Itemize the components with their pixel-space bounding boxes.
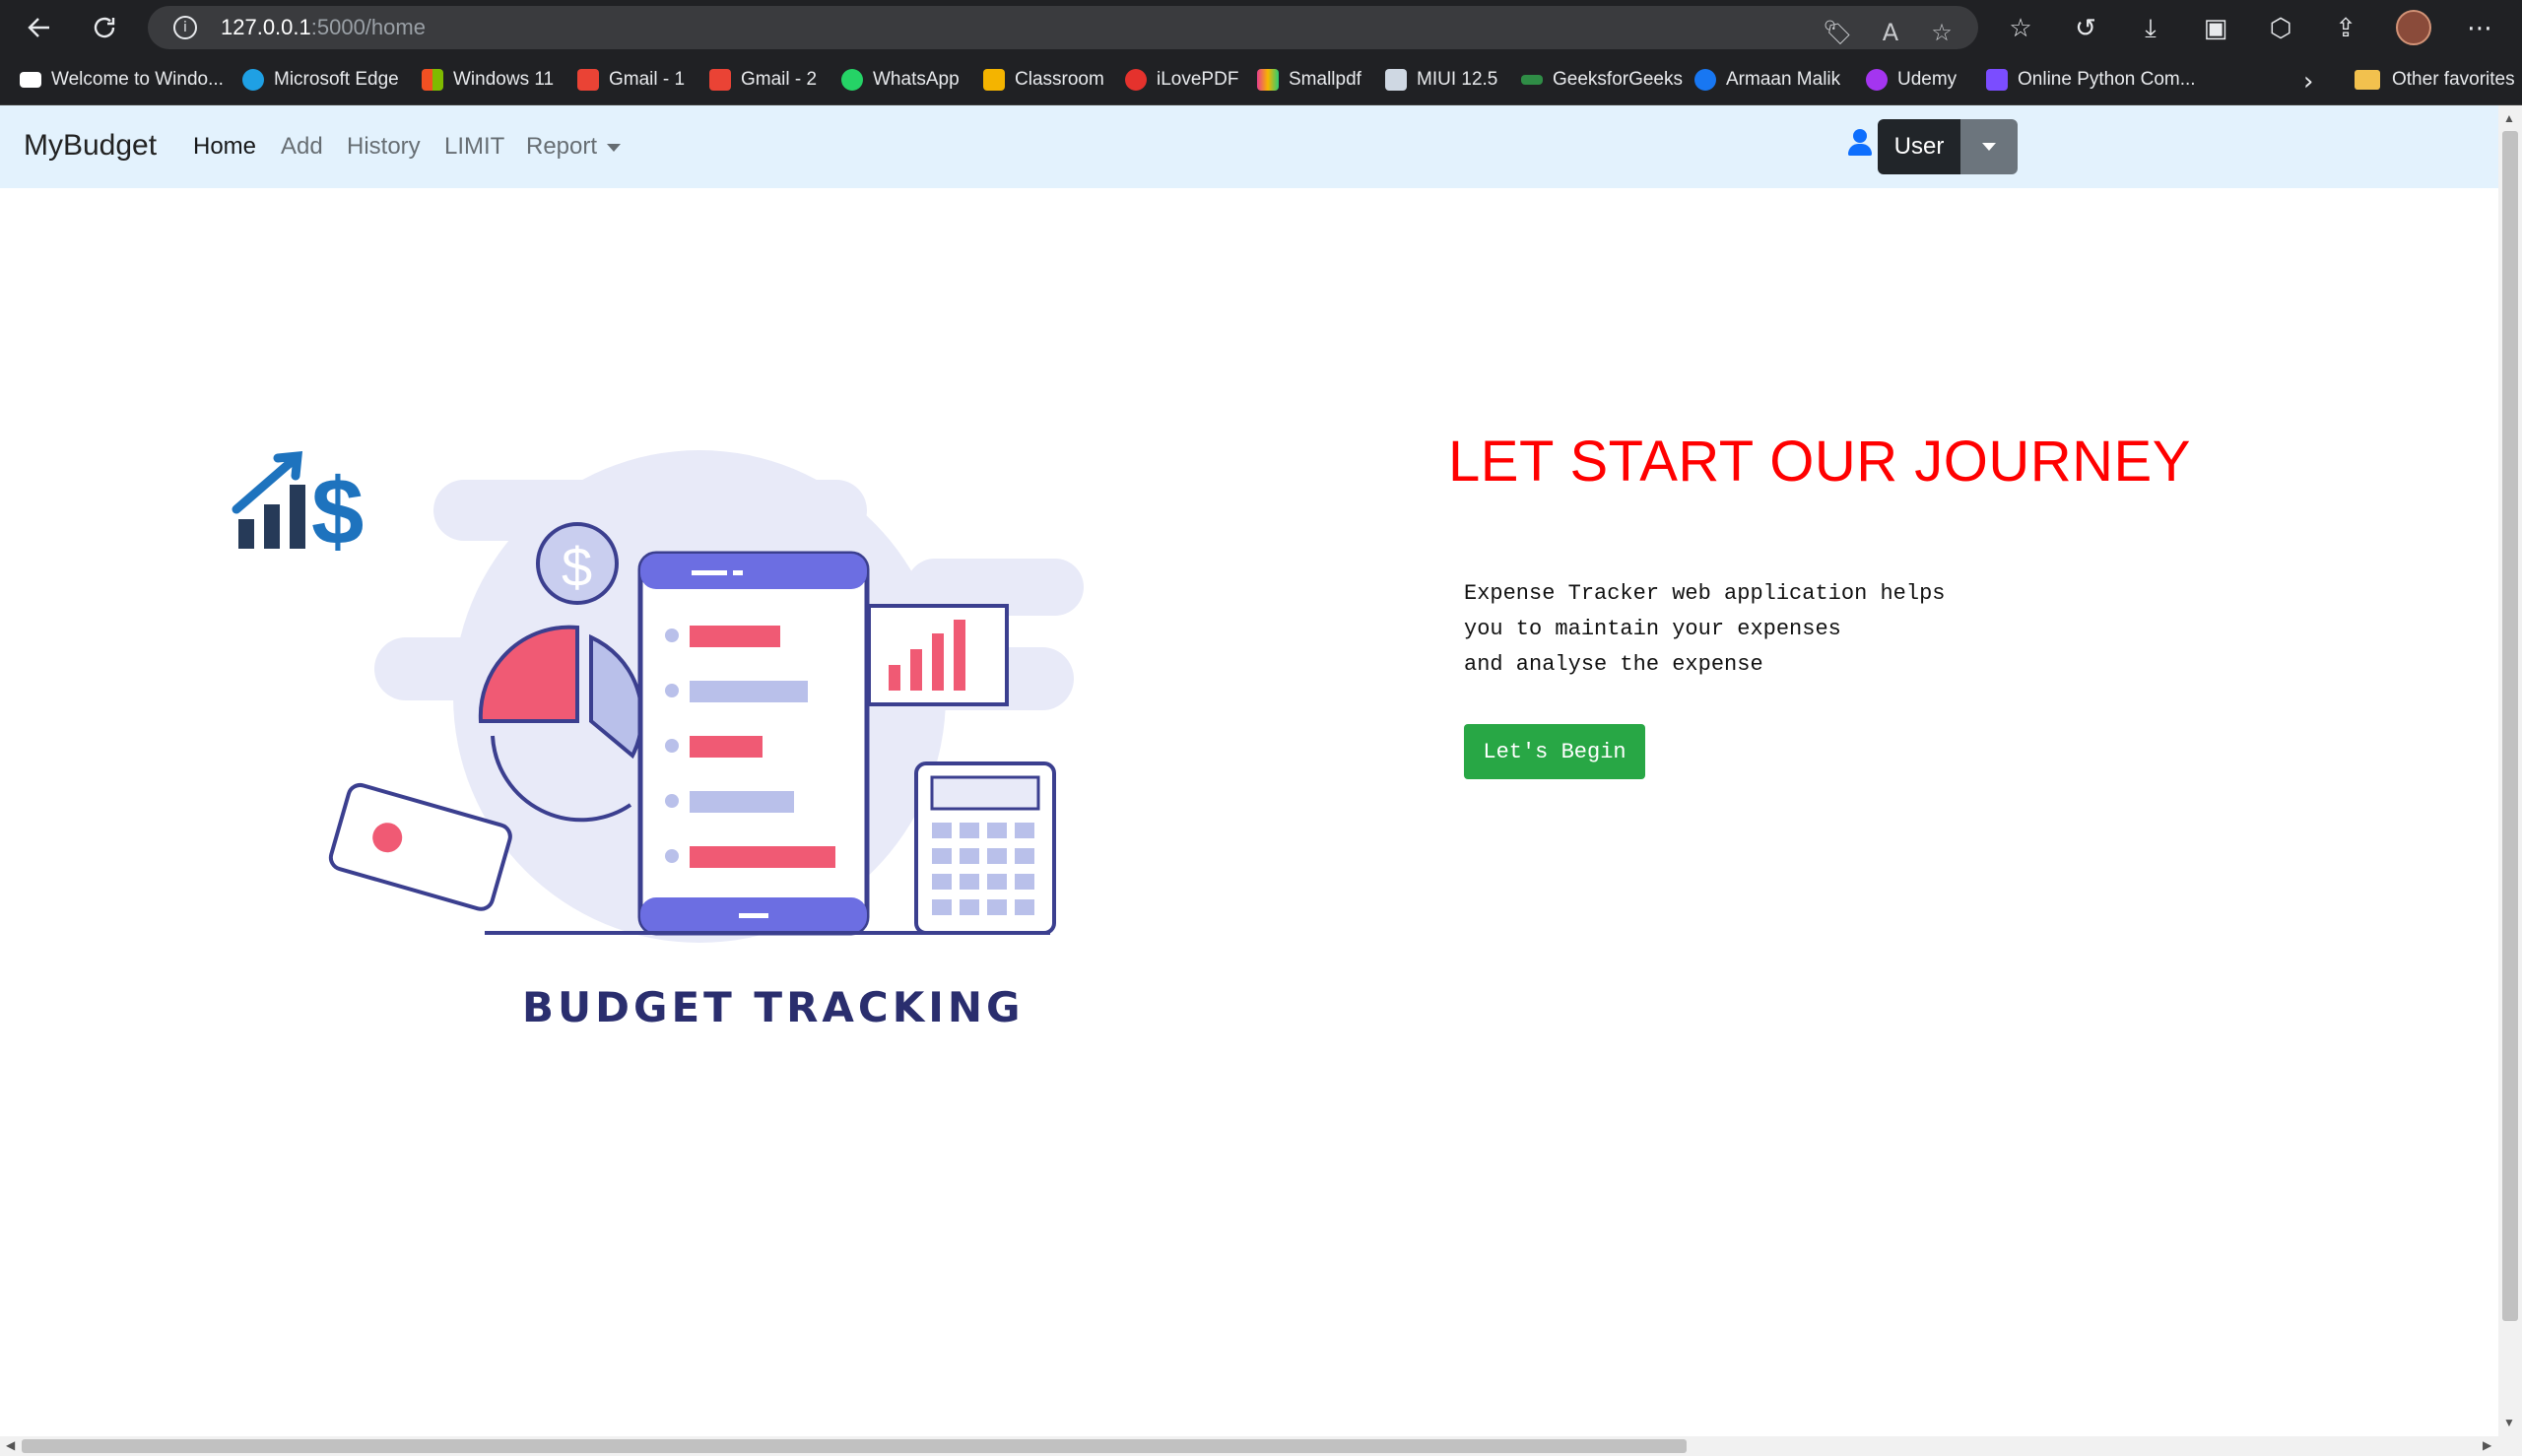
chevron-right-icon[interactable]: ›: [2303, 67, 2313, 97]
windows-page-icon: [20, 72, 41, 88]
udemy-icon: [1866, 69, 1888, 91]
read-aloud-icon[interactable]: A: [1876, 18, 1905, 47]
facebook-icon: [1694, 69, 1716, 91]
scrollbar-corner: [2498, 1436, 2522, 1456]
bookmark-armaan-malik[interactable]: Armaan Malik: [1694, 65, 1840, 95]
nav-report-dropdown[interactable]: Report: [526, 133, 622, 161]
bookmark-miui[interactable]: MIUI 12.5: [1385, 65, 1497, 95]
ilovepdf-icon: [1125, 69, 1147, 91]
profile-avatar[interactable]: [2396, 10, 2431, 45]
downloads-icon[interactable]: ⤓: [2134, 12, 2167, 45]
browser-essentials-icon[interactable]: ⬡: [2264, 12, 2297, 45]
bookmark-classroom[interactable]: Classroom: [983, 65, 1104, 95]
site-info-icon[interactable]: i: [173, 16, 197, 39]
nav-add[interactable]: Add: [281, 133, 323, 161]
python-compiler-icon: [1986, 69, 2008, 91]
horizontal-scrollbar[interactable]: ◀ ▶: [0, 1436, 2498, 1456]
horizontal-scroll-thumb[interactable]: [22, 1439, 1687, 1453]
bookmark-whatsapp[interactable]: WhatsApp: [841, 65, 960, 95]
growth-logo-icon: $: [232, 450, 364, 564]
user-dropdown-toggle[interactable]: [1960, 119, 2018, 174]
lets-begin-button[interactable]: Let's Begin: [1464, 724, 1645, 779]
geeksforgeeks-icon: [1521, 75, 1543, 85]
gmail-icon: [577, 69, 599, 91]
page-viewport: MyBudget Home Add History LIMIT Report U…: [0, 105, 2498, 1436]
brand[interactable]: MyBudget: [24, 129, 157, 163]
whatsapp-icon: [841, 69, 863, 91]
nav-limit[interactable]: LIMIT: [444, 133, 504, 161]
bookmark-gmail-2[interactable]: Gmail - 2: [709, 65, 817, 95]
url-text: 127.0.0.1:5000/home: [221, 15, 426, 39]
nav-home[interactable]: Home: [193, 133, 256, 161]
vertical-scrollbar[interactable]: ▲ ▼: [2498, 105, 2522, 1436]
caret-down-icon: [1982, 143, 1996, 151]
history-icon[interactable]: ↺: [2069, 12, 2102, 45]
browser-toolbar: i 127.0.0.1:5000/home 🏷 A ☆ ☆ ↺ ⤓ ▣ ⬡ ⇪ …: [0, 0, 2522, 55]
caret-down-icon: [607, 143, 622, 152]
bookmark-ilovepdf[interactable]: iLovePDF: [1125, 65, 1238, 95]
hero-title: LET START OUR JOURNEY: [1448, 430, 2191, 494]
share-icon[interactable]: ⇪: [2329, 12, 2362, 45]
gmail-icon: [709, 69, 731, 91]
back-arrow-icon[interactable]: [24, 12, 55, 43]
address-bar[interactable]: i 127.0.0.1:5000/home 🏷 A ☆: [148, 6, 1978, 49]
bookmark-microsoft-edge[interactable]: Microsoft Edge: [242, 65, 399, 95]
user-button[interactable]: User: [1878, 119, 1960, 174]
add-favorite-icon[interactable]: ☆: [1927, 18, 1957, 47]
hero-description-line: Expense Tracker web application helps: [1464, 581, 1946, 606]
bookmark-smallpdf[interactable]: Smallpdf: [1257, 65, 1361, 95]
scroll-left-arrow-icon[interactable]: ◀: [6, 1438, 15, 1452]
favorites-icon[interactable]: ☆: [2004, 12, 2037, 45]
hero-description-line: you to maintain your expenses: [1464, 617, 1841, 641]
bookmark-udemy[interactable]: Udemy: [1866, 65, 1957, 95]
miui-icon: [1385, 69, 1407, 91]
extensions-icon[interactable]: ▣: [2199, 12, 2232, 45]
smallpdf-icon: [1257, 69, 1279, 91]
scroll-right-arrow-icon[interactable]: ▶: [2483, 1438, 2491, 1452]
illustration-caption: BUDGET TRACKING: [522, 983, 1025, 1031]
scroll-up-arrow-icon[interactable]: ▲: [2503, 111, 2515, 125]
bookmark-gmail-1[interactable]: Gmail - 1: [577, 65, 685, 95]
price-tag-icon[interactable]: 🏷: [1823, 18, 1852, 47]
scroll-down-arrow-icon[interactable]: ▼: [2503, 1416, 2515, 1429]
windows-logo-icon: [422, 69, 443, 91]
navbar: MyBudget Home Add History LIMIT Report U…: [0, 105, 2498, 188]
bookmark-geeksforgeeks[interactable]: GeeksforGeeks: [1521, 65, 1683, 95]
more-menu-icon[interactable]: ⋯: [2463, 12, 2496, 45]
classroom-icon: [983, 69, 1005, 91]
nav-report-label: Report: [526, 133, 598, 160]
edge-icon: [242, 69, 264, 91]
folder-icon: [2355, 70, 2380, 90]
bookmark-windows-11[interactable]: Windows 11: [422, 65, 554, 95]
hero-description: Expense Tracker web application helps yo…: [1464, 576, 1945, 683]
bookmark-welcome[interactable]: Welcome to Windo...: [20, 65, 224, 95]
hero-description-line: and analyse the expense: [1464, 652, 1763, 677]
svg-text:$: $: [562, 536, 592, 598]
nav-history[interactable]: History: [347, 133, 421, 161]
other-favorites[interactable]: Other favorites: [2355, 65, 2515, 95]
budget-tracking-illustration: $ $ BUDGET TRACKING: [232, 450, 1084, 1031]
user-icon: [1848, 129, 1872, 157]
vertical-scroll-thumb[interactable]: [2502, 131, 2518, 1321]
bookmarks-bar: Welcome to Windo... Microsoft Edge Windo…: [0, 55, 2522, 105]
refresh-icon[interactable]: [89, 12, 120, 43]
svg-text:$: $: [311, 459, 364, 564]
bookmark-online-python[interactable]: Online Python Com...: [1986, 65, 2196, 95]
